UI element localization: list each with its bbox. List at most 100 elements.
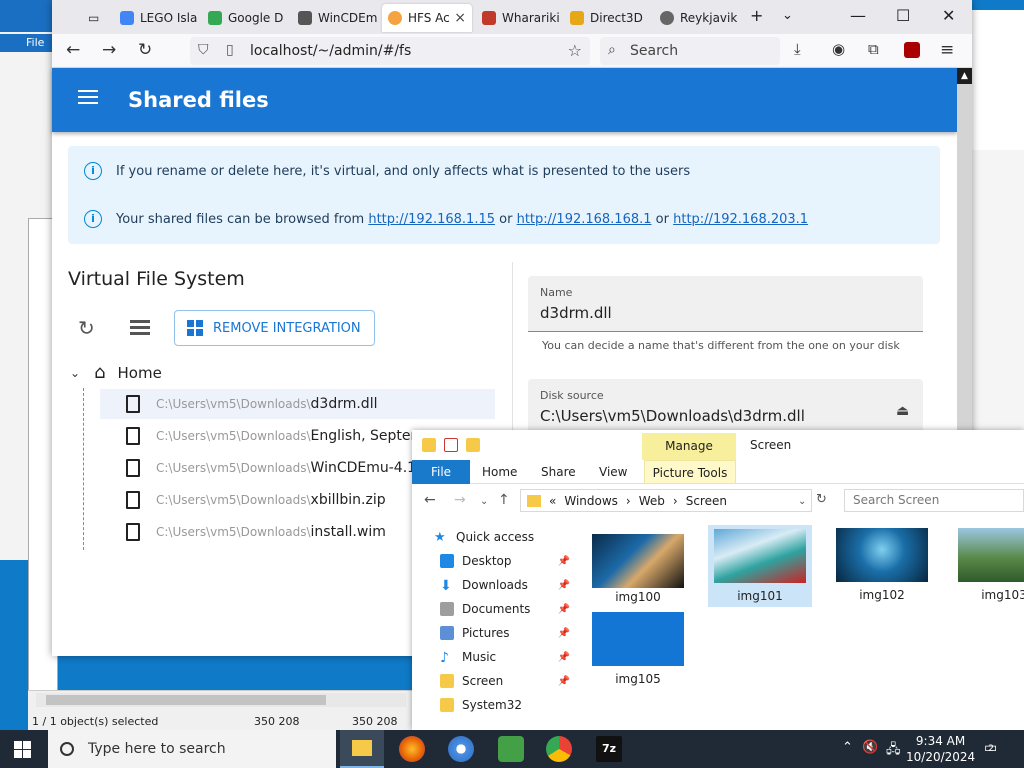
ribbon-picture-tools-tab[interactable]: Picture Tools — [644, 460, 736, 484]
nav-pictures[interactable]: Pictures 📌 — [440, 622, 570, 644]
tab-wincdemu[interactable]: WinCDEm — [292, 4, 380, 32]
ribbon-share-tab[interactable]: Share — [541, 465, 576, 479]
node-icon[interactable] — [498, 736, 524, 762]
link-ip-1[interactable]: http://192.168.1.15 — [368, 212, 495, 227]
new-tab-icon[interactable]: + — [750, 6, 763, 25]
pin-icon[interactable]: 📌 — [558, 652, 570, 663]
nav-system32[interactable]: System32 — [440, 694, 570, 716]
nav-music[interactable]: ♪ Music 📌 — [440, 646, 570, 668]
pin-icon[interactable]: 📌 — [558, 628, 570, 639]
back-icon[interactable]: ← — [66, 40, 80, 60]
pin-icon[interactable]: 📌 — [558, 580, 570, 591]
image-tile-selected[interactable]: img101 — [708, 525, 812, 607]
hamburger-menu-icon[interactable] — [78, 90, 98, 104]
taskbar-explorer-button[interactable] — [340, 730, 384, 768]
tab-hfs-active[interactable]: HFS Ac × — [382, 4, 472, 32]
minimize-icon[interactable]: — — [850, 6, 866, 25]
reload-icon[interactable]: ↻ — [138, 40, 152, 60]
tree-file-item[interactable]: C:\Users\vm5\Downloads\ d3drm.dll — [100, 389, 495, 419]
image-tile[interactable]: img102 — [830, 528, 934, 610]
start-windows-icon[interactable] — [14, 741, 31, 758]
link-ip-2[interactable]: http://192.168.168.1 — [517, 212, 652, 227]
background-file-menu[interactable]: File — [0, 34, 56, 52]
clock-time: 9:34 AM — [915, 734, 966, 748]
system-clock[interactable]: 9:34 AM 10/20/2024 — [906, 733, 975, 765]
eject-icon[interactable]: ⏏ — [896, 403, 909, 419]
chrome-icon[interactable] — [546, 736, 572, 762]
folder-icon — [527, 494, 541, 507]
remove-integration-button[interactable]: REMOVE INTEGRATION — [174, 310, 375, 346]
file-icon — [126, 427, 140, 445]
pin-icon[interactable]: 📌 — [558, 604, 570, 615]
refresh-icon[interactable]: ↻ — [78, 316, 95, 340]
back-icon[interactable]: ← — [424, 492, 436, 508]
path-overflow[interactable]: « — [549, 494, 556, 508]
firefox-icon[interactable] — [399, 736, 425, 762]
ublock-icon[interactable] — [904, 42, 920, 58]
search-box[interactable]: ⌕ Search — [600, 37, 780, 65]
image-tile[interactable]: img100 — [586, 528, 690, 610]
explorer-path-bar[interactable]: « Windows › Web › Screen — [520, 489, 812, 512]
tray-overflow-chevron-icon[interactable]: ⌃ — [842, 740, 853, 755]
downloads-icon[interactable]: ⤓ — [794, 40, 801, 58]
new-folder-icon[interactable] — [466, 438, 480, 452]
name-field[interactable]: Name d3drm.dll — [528, 276, 923, 332]
chromium-icon[interactable] — [448, 736, 474, 762]
horizontal-scrollbar[interactable] — [36, 693, 406, 707]
close-tab-icon[interactable]: × — [454, 10, 466, 26]
or-text: or — [499, 211, 513, 227]
path-segment-web[interactable]: Web — [639, 494, 665, 508]
nav-quick-access[interactable]: ★ Quick access — [434, 526, 564, 548]
image-tile[interactable]: img105 — [586, 610, 690, 692]
menu-icon[interactable]: ≡ — [940, 40, 954, 60]
tab-overview-icon[interactable]: ▭ — [82, 4, 102, 32]
network-icon[interactable]: 🖧 — [886, 740, 901, 762]
ribbon-home-tab[interactable]: Home — [482, 465, 517, 479]
list-view-icon[interactable] — [130, 320, 150, 336]
pin-icon[interactable]: 📌 — [558, 556, 570, 567]
nav-documents[interactable]: Documents 📌 — [440, 598, 570, 620]
image-tile[interactable]: img103 — [952, 528, 1024, 610]
forward-icon[interactable]: → — [102, 40, 116, 60]
notifications-icon[interactable]: ▭2 — [984, 740, 1003, 756]
properties-icon[interactable] — [444, 438, 458, 452]
close-window-icon[interactable]: ✕ — [942, 6, 955, 25]
folder-icon[interactable] — [422, 438, 436, 452]
nav-downloads[interactable]: ⬇ Downloads 📌 — [440, 574, 570, 596]
up-icon[interactable]: ↑ — [498, 492, 510, 508]
volume-muted-icon[interactable]: 🔇 — [862, 740, 878, 755]
tab-direct3d[interactable]: Direct3D — [564, 4, 652, 32]
scroll-up-icon[interactable]: ▲ — [957, 68, 972, 84]
tab-lego[interactable]: LEGO Isla — [114, 4, 198, 32]
nav-desktop[interactable]: Desktop 📌 — [440, 550, 570, 572]
nav-screen[interactable]: Screen 📌 — [440, 670, 570, 692]
refresh-icon[interactable]: ↻ — [816, 492, 827, 507]
chevron-down-icon[interactable]: ⌄ — [70, 366, 80, 380]
forward-icon[interactable]: → — [454, 492, 466, 508]
tree-home-node[interactable]: ⌄ ⌂ Home — [70, 362, 162, 383]
tab-list-chevron-icon[interactable]: ⌄ — [782, 8, 793, 23]
image-caption: img103 — [981, 588, 1024, 602]
7zip-icon[interactable]: 7z — [596, 736, 622, 762]
ribbon-file-tab[interactable]: File — [412, 460, 470, 484]
maximize-icon[interactable]: ☐ — [896, 6, 910, 25]
tab-reykjavik[interactable]: Reykjavik — [654, 4, 742, 32]
account-icon[interactable]: ◉ — [832, 40, 845, 58]
tab-wharariki[interactable]: Wharariki — [476, 4, 562, 32]
explorer-search-input[interactable]: Search Screen — [844, 489, 1024, 512]
taskbar-search[interactable]: Type here to search — [48, 730, 336, 768]
manage-tab[interactable]: Manage — [642, 433, 736, 460]
ribbon-view-tab[interactable]: View — [599, 465, 627, 479]
scrollbar-thumb[interactable] — [46, 695, 326, 705]
recent-chevron-icon[interactable]: ⌄ — [480, 496, 488, 507]
tab-google[interactable]: Google D — [202, 4, 288, 32]
pin-icon[interactable]: 📌 — [558, 676, 570, 687]
bookmark-star-icon[interactable]: ☆ — [568, 41, 582, 60]
path-segment-screen[interactable]: Screen — [686, 494, 727, 508]
address-bar[interactable]: ⛉ ▯ localhost/~/admin/#/fs ☆ — [190, 37, 590, 65]
path-dropdown-icon[interactable]: ⌄ — [798, 496, 806, 507]
path-segment-windows[interactable]: Windows — [564, 494, 618, 508]
explorer-titlebar: Manage Screen — [412, 430, 1024, 460]
extensions-icon[interactable]: ⧉ — [868, 40, 879, 58]
link-ip-3[interactable]: http://192.168.203.1 — [673, 212, 808, 227]
